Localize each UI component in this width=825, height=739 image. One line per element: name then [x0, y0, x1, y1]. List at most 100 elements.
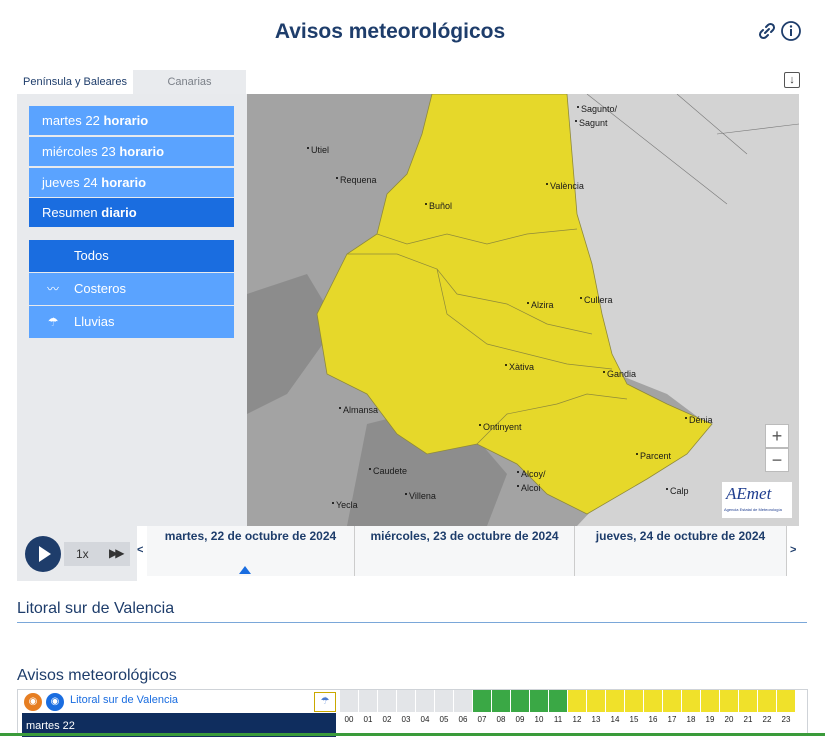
aemet-logo: AEmet Agencia Estatal de Meteorología [722, 482, 792, 518]
city-label: Alcoi [517, 483, 541, 493]
hour-label: 07 [477, 715, 487, 724]
hour-cell [454, 690, 472, 712]
hour-cell [340, 690, 358, 712]
hour-label: 13 [591, 715, 601, 724]
hour-cell [606, 690, 624, 712]
city-label: Alcoy/ [517, 469, 546, 479]
hour-cell [739, 690, 757, 712]
hour-label: 05 [439, 715, 449, 724]
divider [17, 622, 807, 623]
hour-cell [549, 690, 567, 712]
hour-cell [777, 690, 795, 712]
day-button-miercoles[interactable]: miércoles 23 horario [29, 137, 234, 166]
timeline-date-3[interactable]: jueves, 24 de octubre de 2024 [575, 526, 787, 576]
hour-label: 08 [496, 715, 506, 724]
hour-label: 02 [382, 715, 392, 724]
hour-label: 12 [572, 715, 582, 724]
hour-cell [644, 690, 662, 712]
hour-label: 04 [420, 715, 430, 724]
download-icon[interactable]: ↓ [784, 72, 800, 88]
hour-cell [378, 690, 396, 712]
hour-cell [701, 690, 719, 712]
city-label: Caudete [368, 466, 408, 476]
hour-label: 18 [686, 715, 696, 724]
player-controls: 1x ▶▶ [17, 526, 137, 581]
play-button[interactable] [25, 536, 61, 572]
day-button-jueves[interactable]: jueves 24 horario [29, 168, 234, 197]
city-label: Dénia [685, 415, 713, 425]
hour-cell [492, 690, 510, 712]
zone-link[interactable]: Litoral sur de Valencia [70, 694, 178, 706]
city-label: Ontinyent [479, 422, 522, 432]
warnings-table: ◉ ◉ Litoral sur de Valencia ☂ martes 22 … [17, 689, 808, 737]
timeline-next-arrow[interactable]: > [790, 544, 796, 556]
hour-cell [435, 690, 453, 712]
hour-label: 16 [648, 715, 658, 724]
hour-label: 10 [534, 715, 544, 724]
city-label: Yecla [332, 500, 358, 510]
hour-cell [682, 690, 700, 712]
city-label: València [546, 181, 584, 191]
hour-cell [720, 690, 738, 712]
timeline-prev-arrow[interactable]: < [137, 544, 143, 556]
hour-cell [625, 690, 643, 712]
fast-forward-icon[interactable]: ▶▶ [109, 546, 125, 560]
city-label: Buñol [424, 201, 453, 211]
city-label: Utiel [306, 145, 330, 155]
hour-label: 14 [610, 715, 620, 724]
link-icon[interactable] [756, 20, 778, 42]
filter-costeros[interactable]: 〰 Costeros [29, 273, 234, 305]
city-label: Sagunt [575, 118, 608, 128]
rain-icon: ☂ [314, 692, 336, 712]
hour-label: 22 [762, 715, 772, 724]
hour-cell [359, 690, 377, 712]
zone-title: Litoral sur de Valencia [17, 600, 175, 617]
hour-label: 11 [553, 715, 563, 724]
hour-cell [473, 690, 491, 712]
tab-peninsula-baleares[interactable]: Península y Baleares [17, 70, 133, 96]
timeline-marker[interactable] [239, 566, 251, 574]
timeline: 1x ▶▶ < martes, 22 de octubre de 2024 mi… [17, 526, 799, 581]
rss-icon[interactable]: ◉ [46, 693, 64, 711]
hour-label: 17 [667, 715, 677, 724]
hour-cell [511, 690, 529, 712]
hour-label: 15 [629, 715, 639, 724]
speed-control[interactable]: 1x ▶▶ [64, 542, 130, 566]
city-label: Gandia [602, 369, 637, 379]
hour-label: 21 [743, 715, 753, 724]
warning-map[interactable]: Sagunto/ Sagunt Utiel Requena València B… [247, 94, 799, 526]
tab-canarias[interactable]: Canarias [133, 70, 246, 94]
city-label: Sagunto/ [576, 104, 618, 114]
filter-lluvias[interactable]: ☂ Lluvias [29, 306, 234, 338]
city-label: Villena [405, 491, 436, 501]
zoom-in-button[interactable]: + [765, 424, 789, 448]
city-label: Parcent [635, 451, 672, 461]
hour-cell [416, 690, 434, 712]
waves-icon: 〰 [46, 282, 59, 296]
timeline-date-1[interactable]: martes, 22 de octubre de 2024 [147, 526, 355, 576]
info-icon[interactable] [780, 20, 802, 42]
city-label: Alzira [527, 300, 554, 310]
warnings-title: Avisos meteorológicos [17, 667, 177, 684]
timeline-date-2[interactable]: miércoles, 23 de octubre de 2024 [355, 526, 575, 576]
hour-cell [568, 690, 586, 712]
page-title: Avisos meteorológicos [274, 20, 506, 43]
hour-label: 00 [344, 715, 354, 724]
rain-icon: ☂ [47, 315, 59, 329]
hour-label: 03 [401, 715, 411, 724]
city-label: Almansa [338, 405, 379, 415]
hour-label: 23 [781, 715, 791, 724]
rss-icon[interactable]: ◉ [24, 693, 42, 711]
city-label: Calp [666, 486, 689, 496]
hour-cell [397, 690, 415, 712]
hour-cell [758, 690, 776, 712]
hour-cell [530, 690, 548, 712]
filter-todos[interactable]: Todos [29, 240, 234, 272]
hour-cell [587, 690, 605, 712]
hour-cell [663, 690, 681, 712]
day-button-martes[interactable]: martes 22 horario [29, 106, 234, 135]
summary-button[interactable]: Resumen diario [29, 198, 234, 227]
hour-label: 19 [705, 715, 715, 724]
hour-label: 01 [363, 715, 373, 724]
zoom-out-button[interactable]: − [765, 448, 789, 472]
